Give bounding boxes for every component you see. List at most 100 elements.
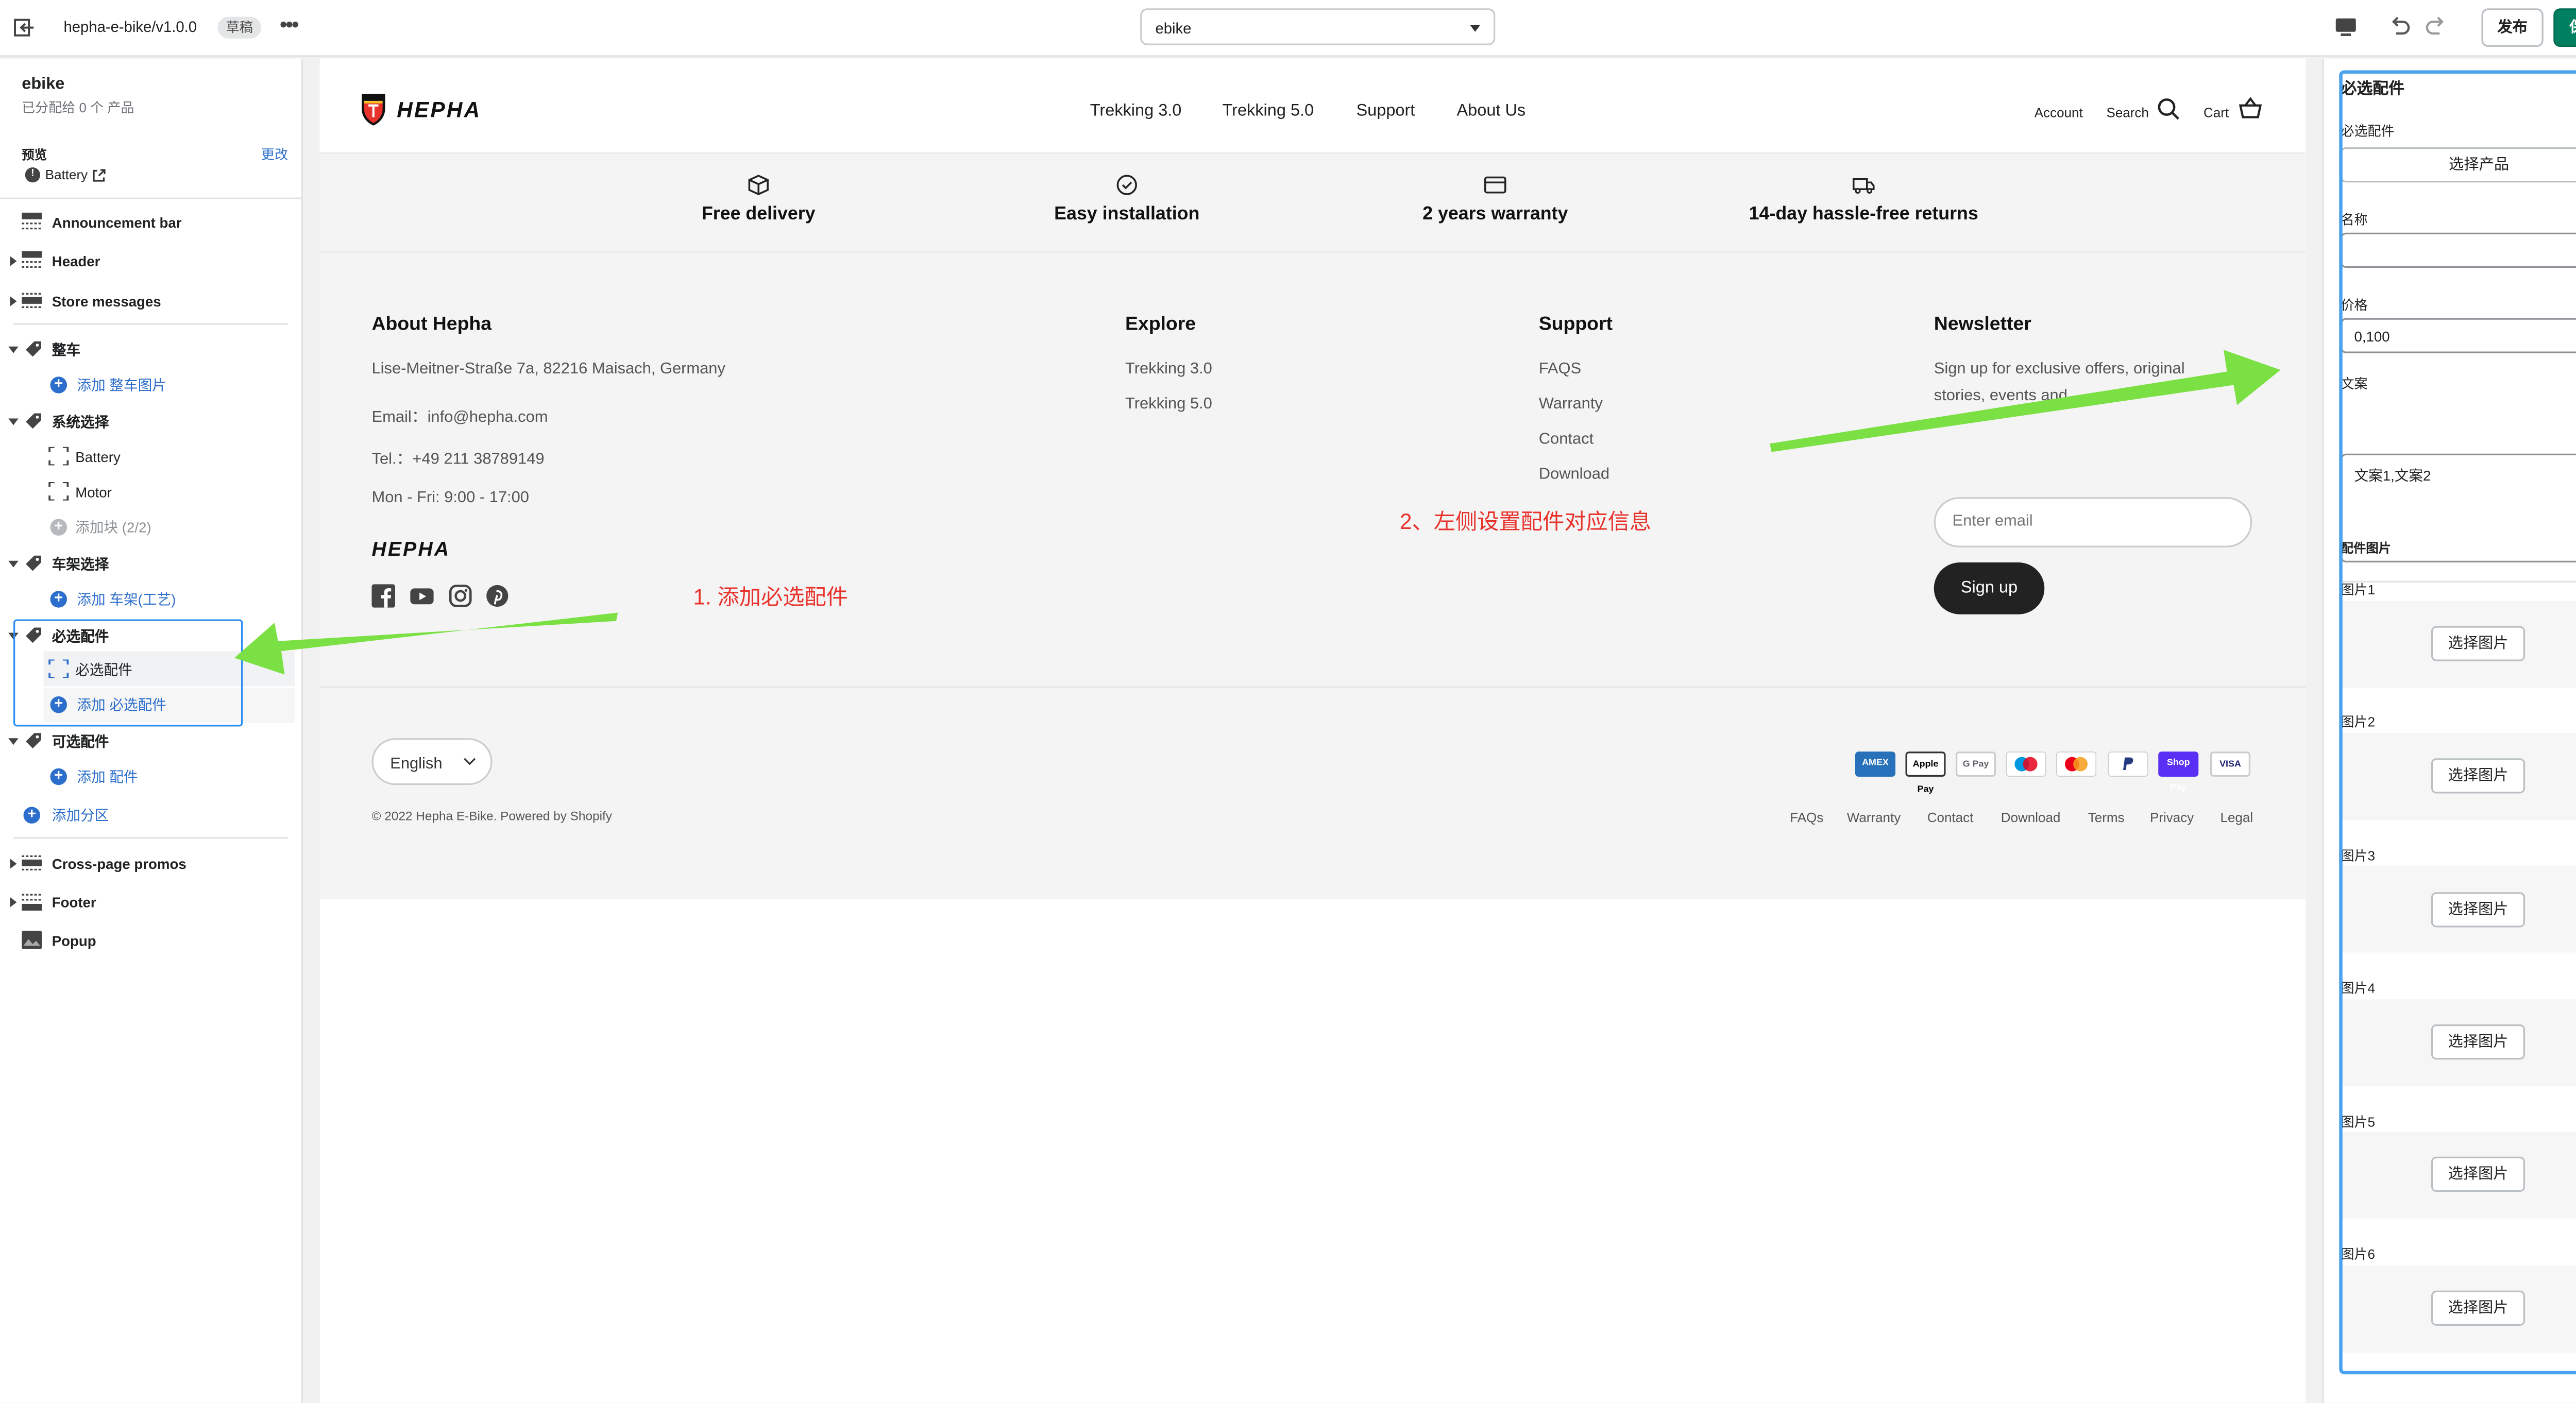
nav-support[interactable]: Support	[1357, 102, 1415, 121]
tag-icon	[26, 733, 41, 749]
section-icon	[22, 894, 42, 911]
footer-link-download[interactable]: Download	[1539, 466, 1609, 484]
footer-hours: Mon - Fri: 9:00 - 17:00	[371, 489, 529, 507]
annotation-step2: 2、左侧设置配件对应信息	[1400, 509, 1652, 534]
divider	[13, 323, 288, 325]
signup-button[interactable]: Sign up	[1934, 562, 2045, 614]
footer-link-contact[interactable]: Contact	[1539, 430, 1594, 449]
template-select[interactable]: ebike	[1140, 8, 1496, 45]
account-link[interactable]: Account	[2035, 106, 2083, 121]
chevron-down-icon[interactable]	[8, 560, 19, 568]
publish-button[interactable]: 发布	[2481, 8, 2544, 47]
bottom-link-warranty[interactable]: Warranty	[1847, 810, 1901, 825]
footer-logo: HEPHA	[371, 537, 451, 561]
facebook-icon[interactable]	[371, 584, 396, 608]
visa-icon: VISA	[2210, 751, 2250, 777]
section-icon	[22, 212, 42, 230]
save-button[interactable]: 保存	[2553, 8, 2576, 47]
tag-icon	[26, 413, 41, 429]
tag-icon	[26, 555, 41, 571]
pinterest-icon[interactable]	[486, 584, 510, 608]
draft-badge: 草稿	[217, 16, 261, 39]
more-actions-icon[interactable]: •••	[280, 12, 299, 37]
change-preview-link[interactable]: 更改	[261, 146, 288, 164]
footer-email: Email：info@hepha.com	[371, 408, 548, 427]
nav-about-us[interactable]: About Us	[1457, 102, 1526, 121]
shop-pay-icon: Shop Pay	[2158, 751, 2199, 794]
chevron-right-icon[interactable]	[10, 897, 17, 908]
footer-link-trekking-3[interactable]: Trekking 3.0	[1125, 360, 1212, 379]
chevron-down-icon[interactable]	[8, 738, 19, 745]
footer-link-faqs[interactable]: FAQS	[1539, 360, 1581, 379]
undo-icon[interactable]	[2388, 15, 2412, 39]
usp-free-delivery: Free delivery	[608, 174, 909, 225]
maestro-icon	[2006, 751, 2046, 777]
paypal-icon	[2108, 751, 2148, 777]
chevron-down-icon[interactable]	[8, 418, 19, 425]
newsletter-email-input[interactable]	[1952, 512, 2237, 531]
nav-trekking-3[interactable]: Trekking 3.0	[1090, 102, 1182, 121]
store-preview: HEPHA Trekking 3.0 Trekking 5.0 Support …	[319, 58, 2306, 1403]
newsletter-text-line1: Sign up for exclusive offers, original	[1934, 360, 2185, 379]
bottom-link-privacy[interactable]: Privacy	[2150, 810, 2194, 825]
footer-newsletter-title: Newsletter	[1934, 315, 2031, 335]
footer-main: About Hepha Lise-Meitner-Straße 7a, 8221…	[319, 252, 2306, 688]
redo-icon[interactable]	[2425, 15, 2448, 39]
highlight-box	[13, 619, 243, 727]
block-icon	[48, 447, 69, 466]
preview-product[interactable]: ! Battery	[25, 167, 106, 183]
site-logo[interactable]: HEPHA	[360, 92, 482, 127]
logo-wordmark: HEPHA	[397, 97, 482, 123]
chevron-right-icon[interactable]	[10, 859, 17, 869]
mastercard-icon	[2056, 751, 2096, 777]
plus-circle-icon: +	[50, 376, 67, 393]
copyright: © 2022 Hepha E-Bike. Powered by Shopify	[371, 808, 612, 824]
chevron-right-icon[interactable]	[10, 296, 17, 306]
newsletter-text-line2: stories, events and	[1934, 386, 2067, 405]
plus-circle-icon: +	[23, 806, 40, 824]
apple-pay-icon: Apple Pay	[1905, 751, 1946, 795]
cart-icon[interactable]	[2239, 97, 2262, 121]
footer-link-trekking-5[interactable]: Trekking 5.0	[1125, 395, 1212, 414]
chevron-down-icon	[1470, 25, 1480, 32]
logo-shield-icon	[362, 94, 385, 126]
bottom-link-download[interactable]: Download	[2001, 810, 2061, 825]
footer-bottom: English © 2022 Hepha E-Bike. Powered by …	[319, 688, 2306, 899]
footer-about-title: About Hepha	[371, 315, 492, 335]
chevron-right-icon[interactable]	[10, 256, 17, 266]
check-circle-icon	[1116, 175, 1137, 195]
cart-link[interactable]: Cart	[2204, 106, 2229, 121]
search-icon[interactable]	[2157, 97, 2180, 121]
desktop-icon[interactable]	[2334, 15, 2358, 39]
footer-phone: Tel.：+49 211 38789149	[371, 450, 545, 469]
search-link[interactable]: Search	[2107, 106, 2149, 121]
site-header: HEPHA Trekking 3.0 Trekking 5.0 Support …	[319, 58, 2306, 154]
exit-icon[interactable]	[13, 17, 35, 39]
language-selector[interactable]: English	[371, 738, 493, 785]
section-icon	[22, 293, 42, 308]
box-icon	[748, 175, 769, 195]
language-value: English	[390, 755, 443, 774]
image-icon	[22, 931, 42, 949]
youtube-icon[interactable]	[410, 584, 434, 608]
annotation-step1: 1. 添加必选配件	[693, 584, 849, 609]
plus-circle-icon: +	[50, 518, 67, 536]
bottom-link-faqs[interactable]: FAQs	[1790, 810, 1823, 825]
instagram-icon[interactable]	[449, 584, 472, 608]
chevron-down-icon[interactable]	[8, 346, 19, 353]
google-pay-icon: G Pay	[1956, 751, 1996, 777]
newsletter-email-field[interactable]	[1934, 497, 2252, 547]
plus-circle-icon: +	[50, 590, 67, 608]
tag-icon	[26, 341, 41, 357]
divider	[13, 837, 288, 839]
usp-returns: 14-day hassle-free returns	[1713, 174, 2014, 225]
bottom-link-contact[interactable]: Contact	[1927, 810, 1974, 825]
footer-link-warranty[interactable]: Warranty	[1539, 395, 1603, 414]
external-link-icon	[93, 168, 106, 181]
nav-trekking-5[interactable]: Trekking 5.0	[1223, 102, 1314, 121]
chevron-down-icon	[464, 753, 476, 765]
amex-icon: AMEX	[1855, 751, 1895, 777]
usp-band: Free delivery Easy installation 2 years …	[319, 154, 2306, 253]
bottom-link-terms[interactable]: Terms	[2088, 810, 2125, 825]
bottom-link-legal[interactable]: Legal	[2221, 810, 2253, 825]
